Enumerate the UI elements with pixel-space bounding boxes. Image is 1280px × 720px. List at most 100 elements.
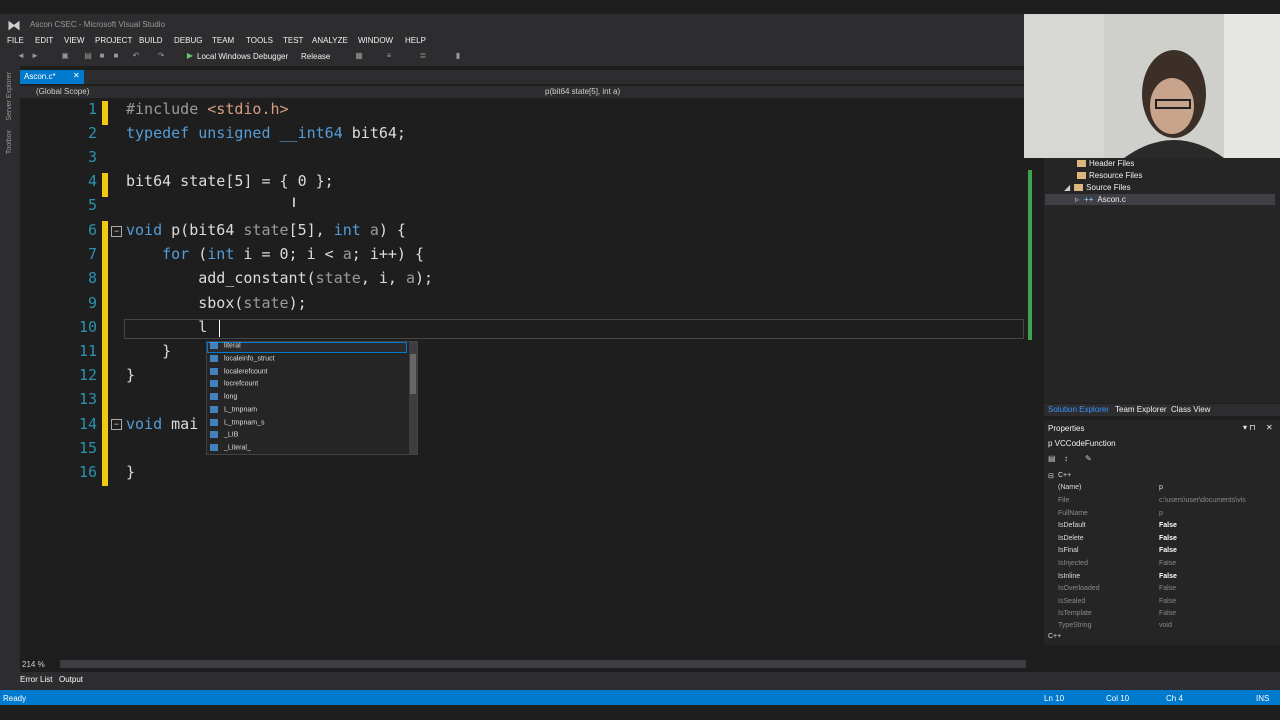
tab-solution-explorer[interactable]: Solution Explorer [1048, 405, 1109, 414]
menu-view[interactable]: VIEW [64, 36, 84, 45]
prop-value[interactable]: p [1159, 510, 1163, 517]
menu-tools[interactable]: TOOLS [246, 36, 273, 45]
line-number: 13 [78, 390, 97, 408]
undo-icon[interactable]: ↶ [131, 51, 141, 61]
new-project-icon[interactable]: ▣ [60, 51, 70, 61]
close-icon[interactable]: ✕ [73, 71, 80, 80]
prop-value[interactable]: p [1159, 484, 1163, 491]
prop-value[interactable]: False [1159, 610, 1176, 617]
folder-icon [1074, 184, 1084, 192]
menu-test[interactable]: TEST [283, 36, 303, 45]
bookmark-icon[interactable]: ▮ [453, 51, 463, 61]
intellisense-item[interactable]: localerefcount [210, 368, 268, 380]
line-number: 2 [87, 124, 97, 142]
expand-arrow-icon[interactable]: ◢ [1064, 183, 1070, 192]
menu-debug[interactable]: DEBUG [174, 36, 202, 45]
menu-build[interactable]: BUILD [139, 36, 163, 45]
current-line-highlight [124, 319, 1024, 339]
macro-icon [210, 406, 218, 413]
debugger-target[interactable]: Local Windows Debugger [197, 52, 288, 61]
prop-value[interactable]: False [1159, 535, 1177, 542]
prop-name: IsInjected [1058, 560, 1088, 567]
intellisense-item[interactable]: localeinfo_struct [210, 355, 275, 367]
zoom-level[interactable]: 214 % [22, 660, 45, 669]
field-icon [210, 368, 218, 375]
prop-value[interactable]: False [1159, 598, 1176, 605]
webcam-overlay [1024, 14, 1280, 158]
horizontal-scrollbar[interactable] [60, 660, 1026, 668]
side-tab-server-explorer[interactable]: Server Explorer [6, 72, 13, 121]
menu-team[interactable]: TEAM [212, 36, 234, 45]
solution-configuration-select[interactable]: Release [301, 52, 330, 61]
prop-value[interactable]: False [1159, 522, 1177, 529]
categorized-icon[interactable]: ▤ [1048, 454, 1056, 463]
category-toggle-icon[interactable]: ⊟ [1048, 472, 1054, 480]
prop-value[interactable]: void [1159, 622, 1172, 629]
tree-item-source-files[interactable]: ◢ Source Files [1064, 183, 1131, 192]
properties-category: C++ [1058, 472, 1072, 479]
properties-object[interactable]: p VCCodeFunction [1048, 439, 1116, 448]
side-tab-toolbox[interactable]: Toolbox [6, 130, 13, 154]
alphabetical-icon[interactable]: ↕ [1064, 454, 1068, 463]
indent-icon[interactable]: ≣ [418, 51, 428, 61]
prop-value[interactable]: False [1159, 547, 1177, 554]
tree-item-header-files[interactable]: Header Files [1077, 159, 1134, 168]
side-tab-strip [0, 66, 20, 688]
intellisense-item[interactable]: locrefcount [210, 380, 258, 392]
intellisense-item[interactable]: L_tmpnam_s [210, 419, 264, 431]
prop-name: IsInline [1058, 573, 1081, 580]
intellisense-scroll-thumb[interactable] [410, 354, 416, 394]
comment-icon[interactable]: ≡ [384, 51, 394, 61]
line-number: 1 [87, 100, 97, 118]
code-line-12: } [126, 366, 136, 384]
intellisense-item[interactable]: long [210, 393, 237, 405]
tree-item-resource-files[interactable]: Resource Files [1077, 171, 1142, 180]
menu-help[interactable]: HELP [405, 36, 426, 45]
menu-edit[interactable]: EDIT [35, 36, 53, 45]
start-debugging-icon[interactable]: ▶ [185, 51, 195, 61]
c-file-icon: ++ [1084, 195, 1094, 204]
property-pages-icon[interactable]: ✎ [1085, 454, 1092, 463]
prop-name: IsFinal [1058, 547, 1079, 554]
prop-value[interactable]: False [1159, 560, 1176, 567]
intellisense-item[interactable]: _LIB [210, 431, 238, 443]
redo-icon[interactable]: ↷ [156, 51, 166, 61]
menu-project[interactable]: PROJECT [95, 36, 132, 45]
tree-item-ascon-c[interactable]: ▹ ++ Ascon.c [1075, 195, 1126, 204]
open-file-icon[interactable]: ▤ [83, 51, 93, 61]
find-icon[interactable]: ▦ [354, 51, 364, 61]
code-line-16: } [126, 463, 136, 481]
intellisense-item[interactable]: literal [210, 342, 241, 354]
menu-file[interactable]: FILE [7, 36, 24, 45]
prop-value[interactable]: c:\users\user\documents\vis [1159, 497, 1246, 504]
pin-icon[interactable]: ▾ ⊓ [1243, 423, 1255, 432]
scope-dropdown[interactable]: (Global Scope) [36, 87, 89, 96]
line-number: 3 [87, 148, 97, 166]
intellisense-item[interactable]: _Literal_ [210, 444, 251, 456]
status-insert-mode: INS [1256, 694, 1270, 703]
prop-value[interactable]: False [1159, 573, 1177, 580]
member-dropdown[interactable]: p(bit64 state[5], int a) [545, 87, 620, 96]
fold-toggle-icon[interactable]: − [111, 419, 122, 430]
text-caret [219, 320, 220, 337]
fold-toggle-icon[interactable]: − [111, 226, 122, 237]
close-icon[interactable]: ✕ [1266, 423, 1273, 432]
intellisense-item[interactable]: L_tmpnam [210, 406, 257, 418]
forward-icon[interactable]: ► [30, 51, 40, 61]
menu-analyze[interactable]: ANALYZE [312, 36, 348, 45]
tab-team-explorer[interactable]: Team Explorer [1115, 405, 1167, 414]
save-icon[interactable]: ■ [97, 51, 107, 61]
code-line-9: sbox(state); [126, 294, 307, 312]
code-line-11: } [126, 342, 172, 360]
save-all-icon[interactable]: ■ [111, 51, 121, 61]
menu-window[interactable]: WINDOW [358, 36, 393, 45]
back-icon[interactable]: ◄ [16, 51, 26, 61]
collapse-arrow-icon[interactable]: ▹ [1075, 195, 1079, 204]
tab-output[interactable]: Output [59, 675, 83, 684]
prop-value[interactable]: False [1159, 585, 1176, 592]
line-number: 16 [78, 463, 97, 481]
tab-error-list[interactable]: Error List [20, 675, 52, 684]
tab-class-view[interactable]: Class View [1171, 405, 1210, 414]
line-number: 5 [87, 196, 97, 214]
status-char: Ch 4 [1166, 694, 1183, 703]
